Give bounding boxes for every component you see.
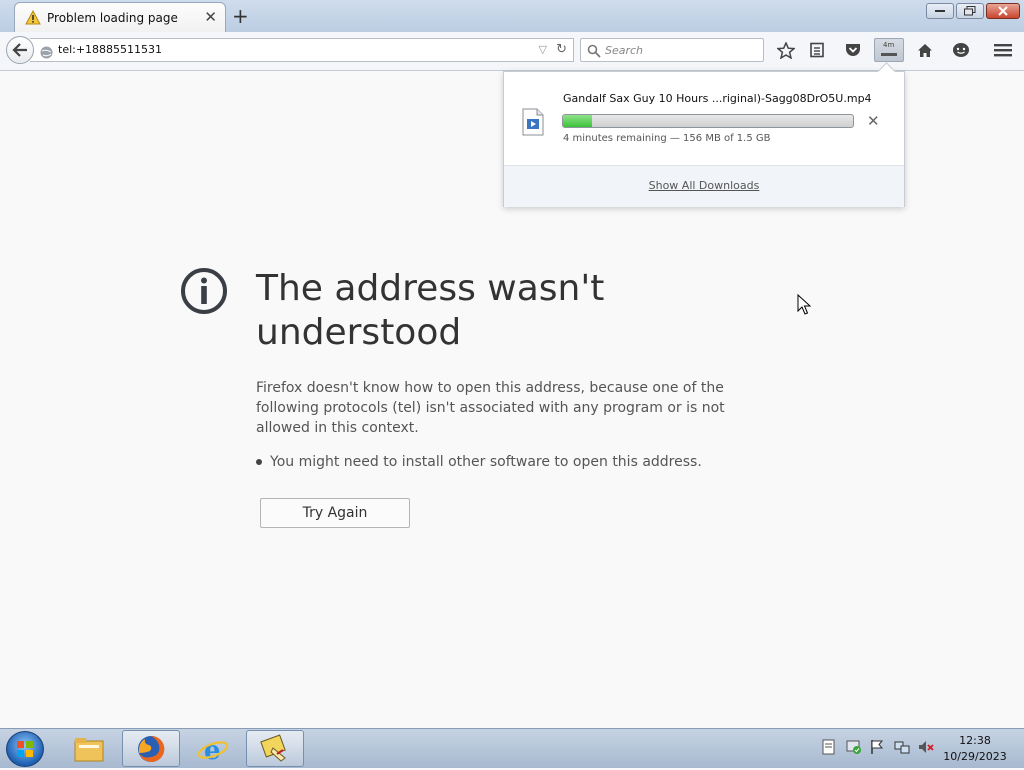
history-dropdown-icon[interactable]: ▽ [539,43,547,56]
close-window-button[interactable] [986,3,1020,19]
download-filename: Gandalf Sax Guy 10 Hours ...riginal)-Sag… [563,92,872,105]
start-button[interactable] [6,731,44,767]
minimize-button[interactable] [926,3,954,19]
navigation-toolbar: tel:+18885511531 ▽ ↻ Search 4m [0,32,1024,71]
volume-muted-tray-icon[interactable] [918,739,934,759]
url-bar[interactable]: tel:+18885511531 ▽ ↻ [30,38,574,62]
url-text: tel:+18885511531 [58,43,163,56]
taskbar: e 12:38 10/29/2023 [0,728,1024,768]
folder-icon [74,737,104,761]
error-suggestion: You might need to install other software… [256,454,702,470]
internet-explorer-icon: e [197,736,229,765]
reload-icon[interactable]: ↻ [556,42,567,57]
back-arrow-icon [12,43,27,57]
taskbar-app-explorer[interactable] [60,730,118,767]
search-icon [587,43,601,62]
bookmarks-menu-icon[interactable] [804,38,830,62]
downloads-panel-footer: Show All Downloads [504,165,904,207]
download-progress-fill [563,115,592,127]
suggestion-text: You might need to install other software… [270,454,702,470]
home-icon[interactable] [912,38,938,62]
bookmark-star-icon[interactable] [773,38,799,62]
network-tray-icon[interactable] [894,739,910,759]
security-tray-icon[interactable] [846,739,862,759]
download-time-badge: 4m [883,41,895,49]
taskbar-app-internet-explorer[interactable]: e [184,730,242,767]
windows-logo-icon [17,741,33,757]
taskbar-app-firefox[interactable] [122,730,180,767]
download-progress-bar [562,114,854,128]
hamburger-menu-icon[interactable] [990,38,1016,62]
video-file-icon [521,108,545,140]
globe-icon [40,44,53,63]
error-title: The address wasn't understood [256,268,605,353]
show-all-downloads-link[interactable]: Show All Downloads [649,179,760,192]
cancel-download-icon[interactable]: ✕ [867,112,880,130]
downloads-panel: Gandalf Sax Guy 10 Hours ...riginal)-Sag… [503,71,905,207]
tab-strip: Problem loading page ✕ + [0,0,1024,32]
system-clock[interactable]: 12:38 10/29/2023 [940,733,1010,765]
tab-close-icon[interactable]: ✕ [204,8,217,26]
restore-button[interactable] [956,3,984,19]
info-icon [180,267,228,319]
hello-chat-icon[interactable] [948,38,974,62]
search-bar[interactable]: Search [580,38,764,62]
pocket-icon[interactable] [840,38,866,62]
clock-date: 10/29/2023 [943,750,1007,763]
try-again-button[interactable]: Try Again [260,498,410,528]
downloads-button[interactable]: 4m [874,38,904,62]
action-center-tray-icon[interactable] [822,739,836,759]
tab-title: Problem loading page [47,11,178,25]
flag-tray-icon[interactable] [870,739,884,759]
pointing-hand-tool-icon [260,733,286,762]
bullet-icon [256,459,262,465]
warning-icon [25,9,41,29]
search-placeholder: Search [605,44,644,57]
new-tab-button[interactable]: + [232,4,249,28]
back-button[interactable] [6,36,34,64]
taskbar-app-tool[interactable] [246,730,304,767]
tab-problem-loading[interactable]: Problem loading page ✕ [14,2,226,32]
download-status: 4 minutes remaining — 156 MB of 1.5 GB [563,133,771,144]
mouse-cursor-icon [797,293,812,320]
clock-time: 12:38 [959,734,991,747]
svg-text:e: e [204,736,221,765]
firefox-icon [138,735,165,762]
error-description: Firefox doesn't know how to open this ad… [256,380,725,436]
